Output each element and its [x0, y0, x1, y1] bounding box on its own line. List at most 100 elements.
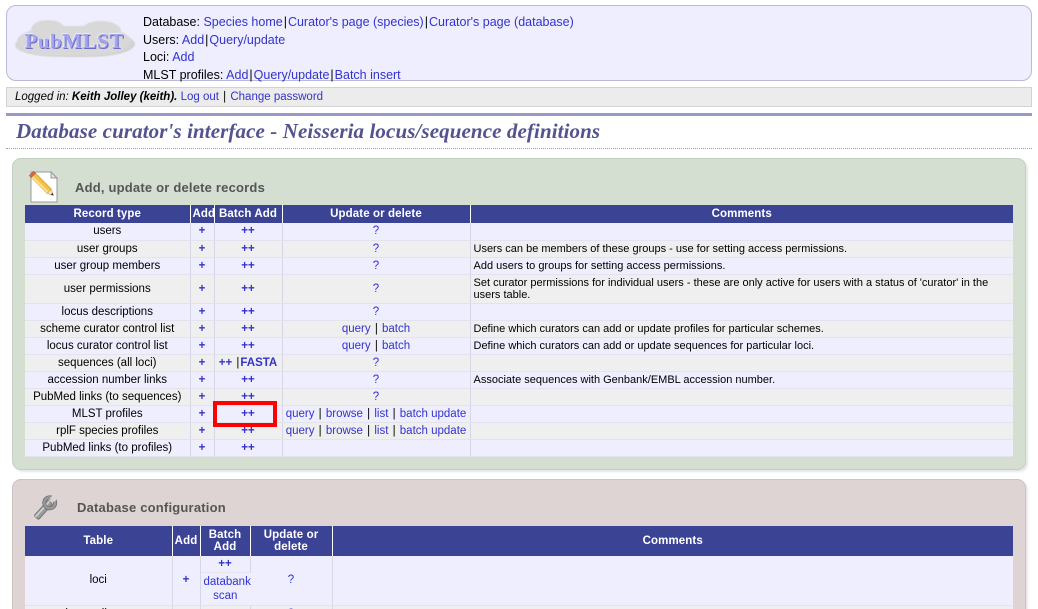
- link-query[interactable]: query: [286, 408, 315, 420]
- link-plus[interactable]: ++: [241, 260, 254, 272]
- add-cell[interactable]: +: [190, 240, 215, 258]
- link--[interactable]: ?: [373, 243, 379, 255]
- batch-add-cell[interactable]: ++: [214, 422, 283, 440]
- batch-add-cell[interactable]: ++: [214, 223, 283, 241]
- link-batch-update[interactable]: batch update: [400, 408, 467, 420]
- link--[interactable]: ?: [288, 574, 294, 586]
- batch-add-cell[interactable]: ++ |FASTA: [214, 354, 283, 372]
- link-plus[interactable]: +: [199, 374, 206, 386]
- update-or-delete-cell[interactable]: ?: [282, 354, 471, 372]
- update-or-delete-cell[interactable]: ?: [282, 274, 471, 304]
- batch-add-cell[interactable]: ++: [214, 303, 283, 321]
- add-cell[interactable]: +: [190, 303, 215, 321]
- link-plus[interactable]: +: [199, 243, 206, 255]
- link-plus[interactable]: +: [199, 260, 206, 272]
- link-plus[interactable]: ++: [241, 374, 254, 386]
- add-cell[interactable]: +: [190, 422, 215, 440]
- link-batch[interactable]: batch: [382, 340, 410, 352]
- link--[interactable]: ?: [373, 374, 379, 386]
- link--[interactable]: ?: [373, 306, 379, 318]
- link-databank[interactable]: databank: [204, 576, 251, 588]
- batch-add-cell[interactable]: ++: [214, 388, 283, 406]
- update-or-delete-cell[interactable]: ?: [282, 303, 471, 321]
- nav-link-mlst-batch-insert[interactable]: Batch insert: [335, 68, 401, 82]
- link-plus[interactable]: ++: [241, 391, 254, 403]
- link-plus[interactable]: +: [199, 391, 206, 403]
- nav-link-users-query-update[interactable]: Query/update: [209, 33, 285, 47]
- add-cell[interactable]: +: [190, 371, 215, 389]
- batch-add-cell[interactable]: ++: [214, 257, 283, 275]
- update-or-delete-cell[interactable]: ?: [282, 388, 471, 406]
- add-cell[interactable]: +: [190, 439, 215, 457]
- batch-add-cell[interactable]: ++: [214, 439, 283, 457]
- add-cell[interactable]: +: [190, 388, 215, 406]
- add-cell[interactable]: +: [172, 555, 201, 606]
- link--[interactable]: ?: [373, 283, 379, 295]
- batch-add-cell[interactable]: ++: [214, 320, 283, 338]
- link-plus[interactable]: +: [199, 408, 206, 420]
- link-plus[interactable]: +: [199, 225, 206, 237]
- link-plus[interactable]: ++: [219, 357, 232, 369]
- link-plus[interactable]: ++: [241, 225, 254, 237]
- link-plus[interactable]: ++: [241, 306, 254, 318]
- link-plus[interactable]: +: [199, 442, 206, 454]
- link-plus[interactable]: ++: [241, 283, 254, 295]
- batch-add-cell[interactable]: ++: [200, 555, 251, 573]
- add-cell[interactable]: +: [172, 605, 201, 609]
- link-plus[interactable]: +: [199, 357, 206, 369]
- link-plus[interactable]: ++: [241, 340, 254, 352]
- link-plus[interactable]: ++: [241, 408, 254, 420]
- update-or-delete-cell[interactable]: query | browse | list | batch update: [282, 405, 471, 423]
- link--[interactable]: ?: [373, 260, 379, 272]
- batch-add-cell[interactable]: ++: [214, 240, 283, 258]
- update-or-delete-cell[interactable]: ?: [282, 240, 471, 258]
- link--[interactable]: ?: [373, 391, 379, 403]
- batch-add-cell[interactable]: ++: [212, 400, 283, 427]
- link--[interactable]: ?: [373, 357, 379, 369]
- batch-add-cell[interactable]: ++: [214, 371, 283, 389]
- add-cell[interactable]: +: [190, 320, 215, 338]
- add-cell[interactable]: +: [190, 337, 215, 355]
- add-cell[interactable]: +: [190, 354, 215, 372]
- update-or-delete-cell[interactable]: query | batch: [282, 320, 471, 338]
- link-list[interactable]: list: [374, 408, 388, 420]
- link-plus[interactable]: +: [199, 283, 206, 295]
- link-query[interactable]: query: [342, 323, 371, 335]
- link-fasta[interactable]: FASTA: [240, 357, 277, 369]
- batch-add-cell[interactable]: ++: [214, 337, 283, 355]
- update-or-delete-cell[interactable]: ?: [250, 555, 333, 606]
- link-plus[interactable]: +: [199, 306, 206, 318]
- update-or-delete-cell[interactable]: ?: [282, 257, 471, 275]
- link-list[interactable]: list: [374, 425, 388, 437]
- update-or-delete-cell[interactable]: query | browse | list | batch update: [282, 422, 471, 440]
- update-or-delete-cell[interactable]: ?: [282, 371, 471, 389]
- update-or-delete-cell[interactable]: ?: [282, 223, 471, 241]
- update-or-delete-cell[interactable]: ?: [250, 605, 333, 609]
- nav-link-species-home[interactable]: Species home: [203, 15, 282, 29]
- add-cell[interactable]: +: [190, 223, 215, 241]
- link-batch-update[interactable]: batch update: [400, 425, 467, 437]
- link-query[interactable]: query: [342, 340, 371, 352]
- batch-add-cell[interactable]: ++: [200, 605, 251, 609]
- add-cell[interactable]: +: [190, 405, 215, 423]
- link-scan[interactable]: scan: [213, 590, 237, 602]
- add-cell[interactable]: +: [190, 274, 215, 304]
- add-cell[interactable]: +: [190, 257, 215, 275]
- nav-link-users-add[interactable]: Add: [182, 33, 204, 47]
- batch-add-cell[interactable]: ++: [214, 274, 283, 304]
- link-plus[interactable]: +: [183, 574, 190, 586]
- nav-link-curators-page-database[interactable]: Curator's page (database): [429, 15, 574, 29]
- nav-link-loci-add[interactable]: Add: [172, 50, 194, 64]
- loci-extra-links-cell[interactable]: databank scan: [200, 572, 251, 606]
- link-plus[interactable]: +: [199, 340, 206, 352]
- link-query[interactable]: query: [286, 425, 315, 437]
- nav-link-mlst-add[interactable]: Add: [226, 68, 248, 82]
- link--[interactable]: ?: [373, 225, 379, 237]
- link-plus[interactable]: ++: [241, 425, 254, 437]
- link-plus[interactable]: ++: [241, 442, 254, 454]
- nav-link-mlst-query-update[interactable]: Query/update: [254, 68, 330, 82]
- link-plus[interactable]: ++: [218, 558, 231, 570]
- nav-link-curators-page-species[interactable]: Curator's page (species): [288, 15, 424, 29]
- change-password-link[interactable]: Change password: [230, 91, 323, 103]
- link-plus[interactable]: +: [199, 425, 206, 437]
